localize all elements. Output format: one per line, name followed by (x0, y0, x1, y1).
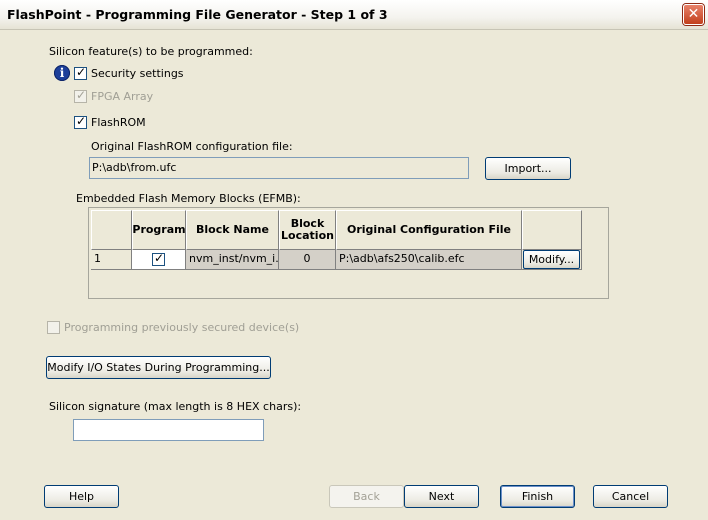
signature-input[interactable] (73, 419, 264, 441)
prev-secured-label: Programming previously secured device(s) (64, 321, 300, 334)
close-button[interactable]: ✕ (683, 4, 704, 25)
finish-button[interactable]: Finish (500, 485, 575, 508)
flashrom-config-label: Original FlashROM configuration file: (91, 140, 293, 153)
row-program-cell: ✓ (132, 250, 186, 270)
modify-io-states-button[interactable]: Modify I/O States During Programming... (46, 356, 271, 379)
info-icon: i (54, 65, 70, 81)
row-config-file: P:\adb\afs250\calib.efc (336, 250, 522, 270)
security-settings-checkbox[interactable]: ✓ (74, 65, 87, 80)
efmb-label: Embedded Flash Memory Blocks (EFMB): (76, 192, 301, 205)
modify-button[interactable]: Modify... (523, 250, 580, 269)
row-program-checkbox[interactable]: ✓ (152, 251, 165, 266)
row-action-cell: Modify... (522, 250, 582, 270)
security-settings-label: Security settings (91, 67, 184, 80)
next-button[interactable]: Next (404, 485, 479, 508)
column-header-program[interactable]: Program (132, 210, 186, 250)
checkmark-icon: ✓ (76, 88, 87, 102)
signature-label: Silicon signature (max length is 8 HEX c… (49, 400, 302, 413)
import-button[interactable]: Import... (485, 157, 571, 180)
flashrom-label: FlashROM (91, 116, 146, 129)
window-title: FlashPoint - Programming File Generator … (7, 7, 388, 22)
help-button[interactable]: Help (44, 485, 119, 508)
column-header-index (91, 210, 132, 250)
prev-secured-checkbox[interactable] (47, 321, 60, 334)
title-bar: FlashPoint - Programming File Generator … (0, 0, 708, 30)
column-header-config-file[interactable]: Original Configuration File (336, 210, 522, 250)
flashrom-config-field[interactable]: P:\adb\from.ufc (89, 157, 469, 179)
cancel-button[interactable]: Cancel (593, 485, 668, 508)
features-heading: Silicon feature(s) to be programmed: (49, 45, 253, 58)
fpga-array-label: FPGA Array (91, 90, 154, 103)
checkmark-icon: ✓ (76, 65, 87, 79)
row-index: 1 (91, 250, 132, 270)
efmb-grid: Program Block Name Block Location Origin… (88, 207, 609, 299)
close-icon: ✕ (687, 6, 700, 22)
column-header-action (522, 210, 582, 250)
back-button[interactable]: Back (329, 485, 404, 508)
flashrom-checkbox[interactable]: ✓ (74, 114, 87, 129)
fpga-array-checkbox[interactable]: ✓ (74, 88, 87, 103)
checkmark-icon: ✓ (76, 114, 87, 128)
row-block-location: 0 (279, 250, 336, 270)
row-block-name: nvm_inst/nvm_i... (186, 250, 279, 270)
column-header-block-location[interactable]: Block Location (279, 210, 336, 250)
column-header-block-name[interactable]: Block Name (186, 210, 279, 250)
checkmark-icon: ✓ (154, 251, 165, 265)
